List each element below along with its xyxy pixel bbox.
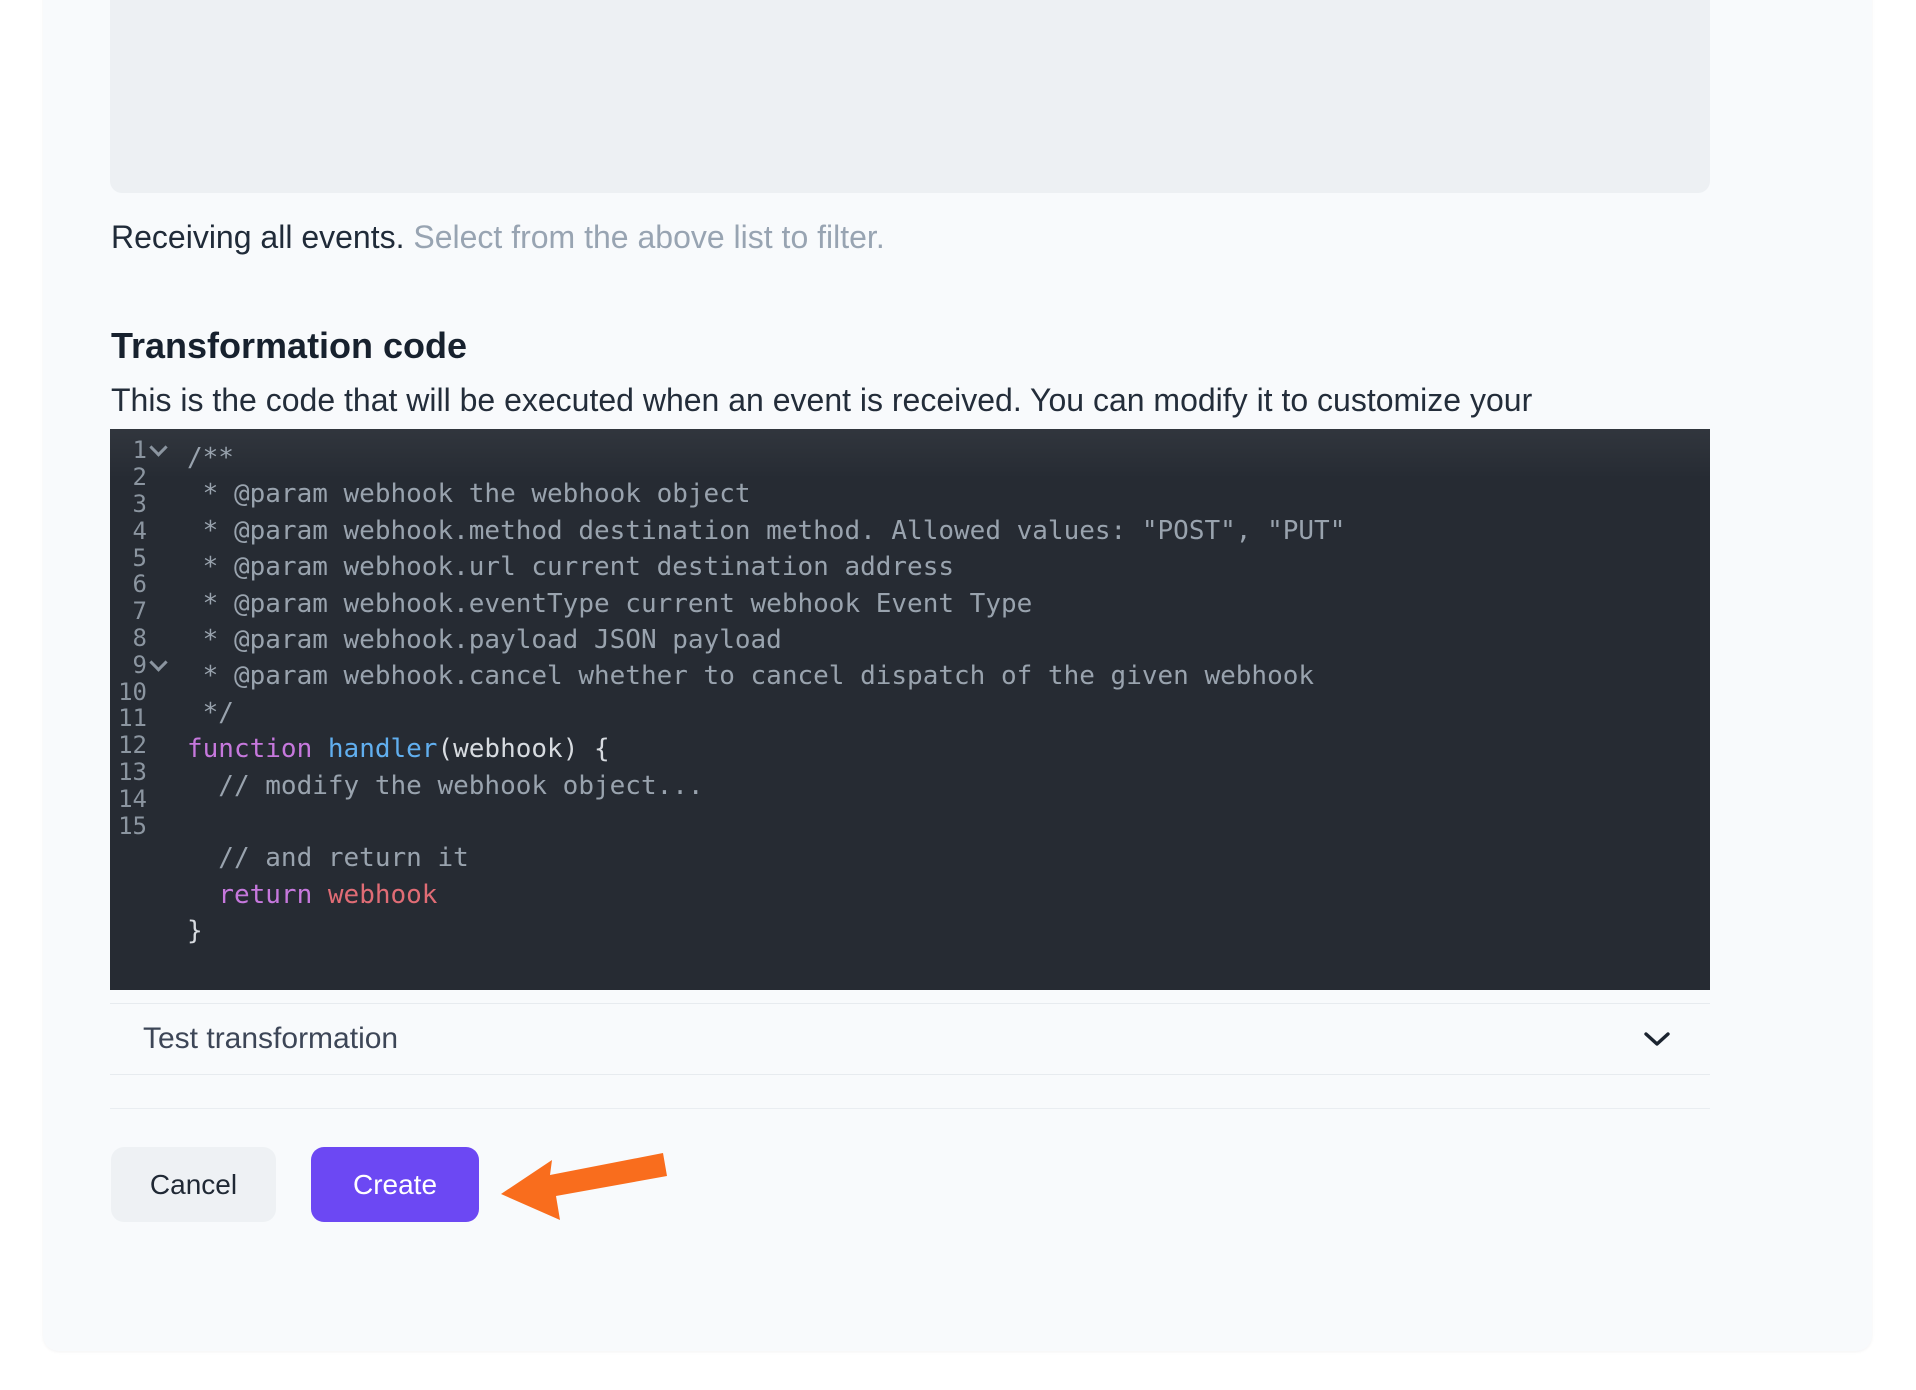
code-line: * @param webhook.url current destination… [187,549,1710,585]
line-number: 7 [110,597,147,625]
code-line [187,804,1710,840]
line-number: 4 [110,517,147,545]
gutter-row: 12 [110,732,170,759]
code-line: * @param webhook.payload JSON payload [187,622,1710,658]
create-button[interactable]: Create [311,1147,479,1222]
event-types-list[interactable] [110,0,1710,193]
fold-chevron-icon[interactable] [147,446,170,454]
gutter-row: 14 [110,785,170,812]
gutter-row: 7 [110,598,170,625]
line-number: 14 [110,785,147,813]
gutter-row: 2 [110,464,170,491]
gutter-row: 9 [110,651,170,678]
event-filter-status: Receiving all events. Select from the ab… [111,216,1611,258]
divider [110,1108,1710,1109]
line-number: 1 [110,436,147,464]
code-line: // modify the webhook object... [187,768,1710,804]
line-number: 6 [110,570,147,598]
code-line: * @param webhook.method destination meth… [187,513,1710,549]
gutter-row: 10 [110,678,170,705]
gutter-row: 15 [110,812,170,839]
gutter-row: 1 [110,437,170,464]
code-line: * @param webhook.cancel whether to cance… [187,658,1710,694]
event-filter-status-text: Receiving all events. [111,219,404,255]
line-number: 11 [110,704,147,732]
line-number: 8 [110,624,147,652]
annotation-arrow-icon [498,1150,670,1225]
code-line: * @param webhook.eventType current webho… [187,586,1710,622]
line-number: 9 [110,651,147,679]
code-line: * @param webhook the webhook object [187,476,1710,512]
code-line: function handler(webhook) { [187,731,1710,767]
webhook-form-card: Receiving all events. Select from the ab… [43,0,1872,1351]
code-line: /** [187,440,1710,476]
line-number: 13 [110,758,147,786]
test-transformation-label: Test transformation [143,1022,398,1056]
code-editor[interactable]: 123456789101112131415 /** * @param webho… [110,429,1710,990]
gutter-row: 13 [110,759,170,786]
fold-chevron-icon[interactable] [147,661,170,669]
cancel-button[interactable]: Cancel [111,1147,276,1222]
line-number: 2 [110,463,147,491]
gutter-row: 4 [110,517,170,544]
gutter-row: 8 [110,625,170,652]
page: Receiving all events. Select from the ab… [0,0,1916,1390]
event-filter-status-hint: Select from the above list to filter. [413,219,884,255]
gutter-row: 6 [110,571,170,598]
test-transformation-toggle[interactable]: Test transformation [110,1003,1710,1075]
line-number: 3 [110,490,147,518]
code-line: } [187,913,1710,949]
gutter-row: 11 [110,705,170,732]
line-number: 12 [110,731,147,759]
code-line: */ [187,695,1710,731]
code-line: // and return it [187,840,1710,876]
line-number: 10 [110,678,147,706]
transformation-code-heading: Transformation code [111,322,1311,370]
gutter-row: 3 [110,491,170,518]
line-number: 5 [110,544,147,572]
code-line: return webhook [187,877,1710,913]
chevron-down-icon[interactable] [1644,1031,1670,1047]
editor-code[interactable]: /** * @param webhook the webhook object … [187,440,1710,949]
gutter-row: 5 [110,544,170,571]
line-number: 15 [110,812,147,840]
editor-gutter: 123456789101112131415 [110,437,170,839]
